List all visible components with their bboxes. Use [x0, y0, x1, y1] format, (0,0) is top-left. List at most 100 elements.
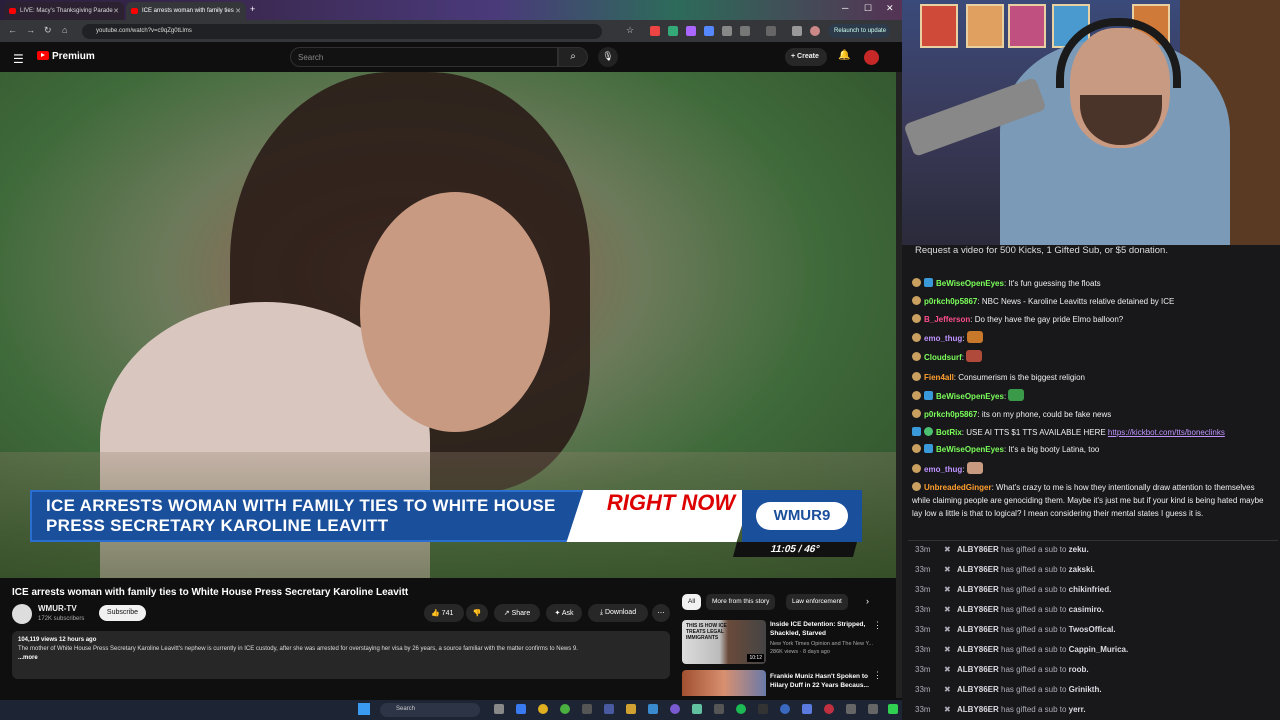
file-explorer-icon[interactable] [626, 704, 636, 714]
more-actions-icon[interactable]: ⋯ [652, 604, 670, 622]
recommendation-item[interactable]: Frankie Muniz Hasn't Spoken to Hilary Du… [682, 670, 892, 696]
share-button[interactable]: ↗ Share [494, 604, 540, 622]
more-options-icon[interactable]: ⋮ [873, 670, 882, 681]
chat-username[interactable]: BeWiseOpenEyes [936, 279, 1004, 288]
task-view-icon[interactable] [494, 704, 504, 714]
event-gifter[interactable]: ALBY86ER [957, 665, 999, 674]
tab-macys[interactable]: LIVE: Macy's Thanksgiving Parade ✕ [4, 2, 124, 20]
puzzle-icon[interactable] [740, 26, 750, 36]
app-icon[interactable] [582, 704, 592, 714]
chat-username[interactable]: Fien4all [924, 373, 954, 382]
notifications-bell-icon[interactable]: 🔔 [838, 50, 850, 61]
menu-icon[interactable]: ☰ [13, 52, 24, 66]
chip-more-from-story[interactable]: More from this story [706, 594, 776, 610]
channel-avatar[interactable] [12, 604, 32, 624]
chrome-icon[interactable] [538, 704, 548, 714]
extension-icon[interactable] [722, 26, 732, 36]
chat-username[interactable]: emo_thug [924, 465, 962, 474]
download-button[interactable]: ⤓ Download [588, 604, 648, 622]
recommendation-item[interactable]: THIS IS HOW ICE TREATS LEGAL IMMIGRANTS … [682, 620, 892, 666]
microphone-icon[interactable]: 🎙 [598, 47, 618, 67]
event-gifter[interactable]: ALBY86ER [957, 585, 999, 594]
event-gifter[interactable]: ALBY86ER [957, 645, 999, 654]
event-target[interactable]: zeku. [1069, 545, 1089, 554]
taskbar-search[interactable]: Search [380, 703, 480, 717]
relaunch-button[interactable]: Relaunch to update [828, 24, 890, 38]
profile-avatar[interactable] [810, 26, 820, 36]
app-icon[interactable] [824, 704, 834, 714]
event-target[interactable]: TwosOffical. [1069, 625, 1116, 634]
chip-all[interactable]: All [682, 594, 702, 610]
close-tab-icon[interactable]: ✕ [235, 7, 241, 15]
windows-start-icon[interactable] [358, 703, 370, 715]
chat-username[interactable]: BotRix [936, 428, 962, 437]
event-gifter[interactable]: ALBY86ER [957, 605, 999, 614]
maximize-icon[interactable]: ☐ [864, 3, 872, 14]
chat-username[interactable]: Cloudsurf [924, 353, 962, 362]
event-target[interactable]: Cappin_Murica. [1069, 645, 1129, 654]
app-icon[interactable] [888, 704, 898, 714]
home-icon[interactable]: ⌂ [62, 25, 67, 35]
chat-username[interactable]: p0rkch0p5867 [924, 410, 977, 419]
extension-icon[interactable] [704, 26, 714, 36]
forward-icon[interactable]: → [26, 25, 35, 35]
url-field[interactable]: youtube.com/watch?v=c9qZg0tLlms [82, 24, 602, 39]
more-link[interactable]: ...more [18, 654, 664, 663]
description-box[interactable]: 104,119 views 12 hours ago The mother of… [12, 631, 670, 679]
edge-icon[interactable] [516, 704, 526, 714]
new-tab-icon[interactable]: + [250, 4, 255, 14]
reload-icon[interactable]: ↻ [44, 25, 52, 36]
event-target[interactable]: zakski. [1069, 565, 1095, 574]
extension-icon[interactable] [650, 26, 660, 36]
app-icon[interactable] [692, 704, 702, 714]
app-icon[interactable] [780, 704, 790, 714]
minimize-icon[interactable]: ─ [842, 3, 848, 13]
chat-username[interactable]: emo_thug [924, 334, 962, 343]
avatar[interactable] [864, 50, 879, 65]
subscribe-button[interactable]: Subscribe [99, 605, 146, 621]
like-button[interactable]: 👍 741 [424, 604, 464, 622]
event-gifter[interactable]: ALBY86ER [957, 625, 999, 634]
dislike-button[interactable]: 👎 [466, 604, 488, 622]
event-target[interactable]: yerr. [1069, 705, 1086, 714]
sidebar-icon[interactable] [766, 26, 776, 36]
event-target[interactable]: casimiro. [1069, 605, 1104, 614]
youtube-logo[interactable]: Premium [37, 51, 95, 62]
app-icon[interactable] [648, 704, 658, 714]
chat-username[interactable]: UnbreadedGinger [924, 483, 992, 492]
more-options-icon[interactable]: ⋮ [873, 620, 882, 631]
app-icon[interactable] [802, 704, 812, 714]
app-icon[interactable] [670, 704, 680, 714]
event-target[interactable]: Grinikth. [1069, 685, 1102, 694]
app-icon[interactable] [758, 704, 768, 714]
app-icon[interactable] [868, 704, 878, 714]
create-button[interactable]: + Create [785, 48, 827, 66]
channel-name[interactable]: WMUR-TV [38, 604, 77, 613]
extension-icon[interactable] [686, 26, 696, 36]
search-icon[interactable]: ⌕ [558, 47, 588, 67]
chevron-right-icon[interactable]: › [866, 596, 869, 606]
tab-ice-video[interactable]: ICE arrests woman with family ties ✕ [126, 2, 246, 20]
event-target[interactable]: chikinfried. [1069, 585, 1112, 594]
event-gifter[interactable]: ALBY86ER [957, 705, 999, 714]
chrome-icon[interactable] [560, 704, 570, 714]
search-input[interactable]: Search [290, 47, 558, 67]
close-tab-icon[interactable]: ✕ [113, 7, 119, 15]
chat-username[interactable]: B_Jefferson [924, 315, 970, 324]
ask-button[interactable]: ✦ Ask [546, 604, 582, 622]
app-icon[interactable] [714, 704, 724, 714]
event-target[interactable]: roob. [1069, 665, 1089, 674]
download-icon[interactable] [792, 26, 802, 36]
chip-law-enforcement[interactable]: Law enforcement [786, 594, 848, 610]
app-icon[interactable] [846, 704, 856, 714]
chat-username[interactable]: p0rkch0p5867 [924, 297, 977, 306]
event-gifter[interactable]: ALBY86ER [957, 545, 999, 554]
back-icon[interactable]: ← [8, 25, 17, 35]
chat-link[interactable]: https://kickbot.com/tts/boneclinks [1108, 428, 1225, 437]
event-gifter[interactable]: ALBY86ER [957, 685, 999, 694]
app-icon[interactable] [604, 704, 614, 714]
bookmark-star-icon[interactable]: ☆ [626, 25, 634, 36]
video-player[interactable]: ICE ARRESTS WOMAN WITH FAMILY TIES TO WH… [0, 72, 896, 578]
spotify-icon[interactable] [736, 704, 746, 714]
chat-username[interactable]: BeWiseOpenEyes [936, 392, 1004, 401]
